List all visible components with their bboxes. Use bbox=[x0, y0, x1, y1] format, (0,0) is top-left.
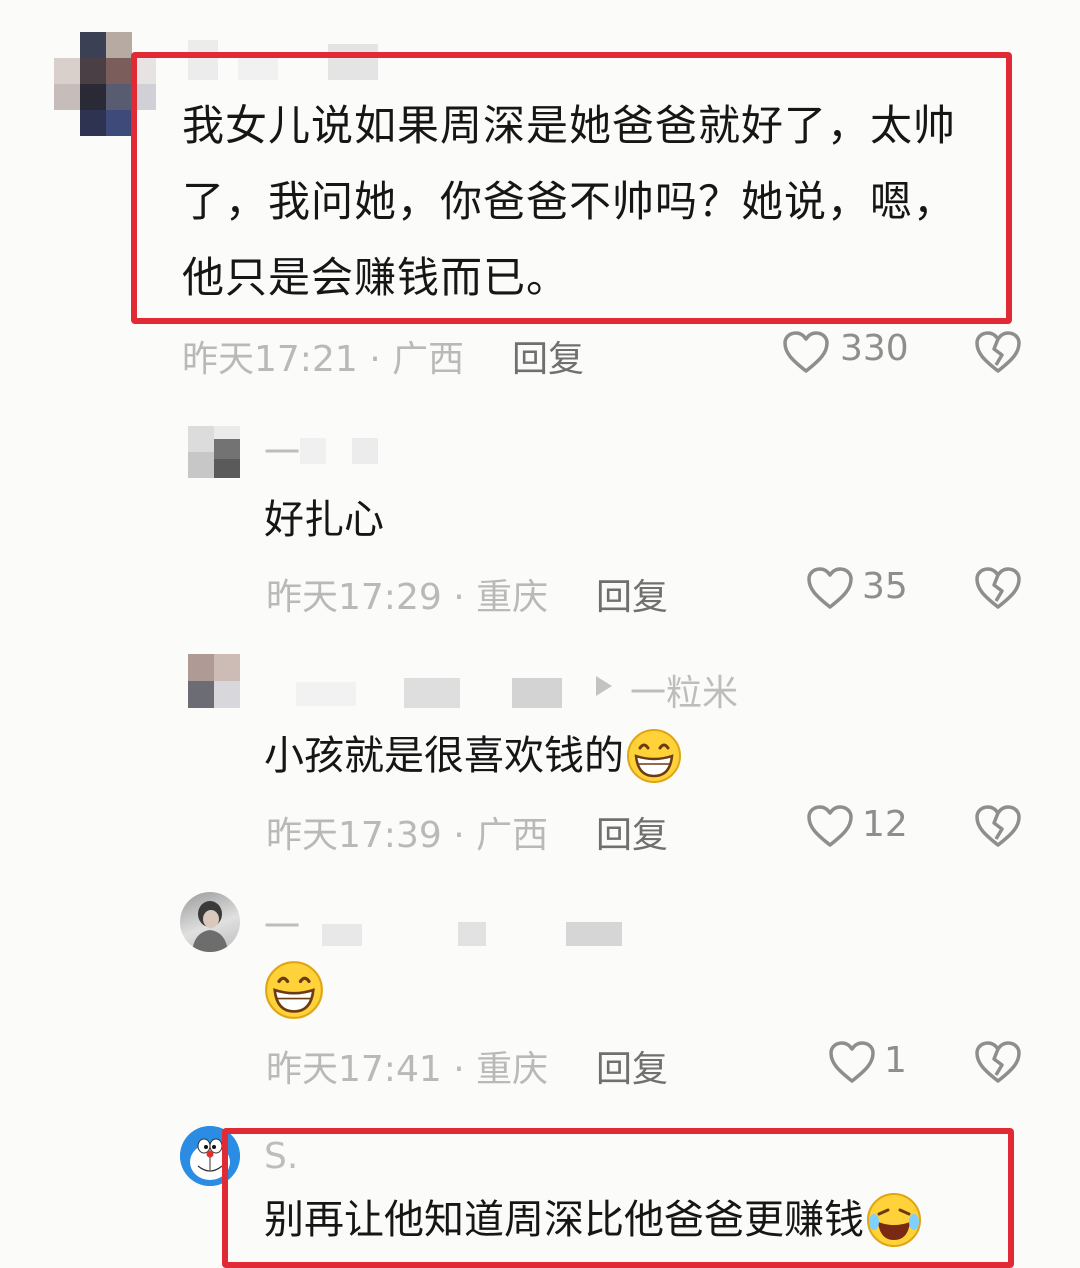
like-count: 35 bbox=[862, 566, 908, 607]
dislike-icon[interactable] bbox=[974, 1040, 1022, 1084]
reply-button[interactable]: 回复 bbox=[512, 330, 584, 382]
reply-text: 好扎心 bbox=[264, 497, 384, 543]
play-arrow-icon bbox=[596, 676, 612, 696]
reply-username[interactable]: S. bbox=[264, 1136, 298, 1177]
person-photo-icon bbox=[192, 901, 228, 952]
like-button[interactable]: 12 bbox=[806, 804, 916, 852]
reply-username-blurred[interactable] bbox=[296, 676, 566, 710]
reply-to-username[interactable]: 一粒米 bbox=[630, 664, 738, 716]
reply-username[interactable]: 一 bbox=[264, 898, 300, 950]
reply-avatar[interactable] bbox=[180, 892, 240, 952]
heart-icon bbox=[807, 567, 853, 609]
like-count: 330 bbox=[840, 328, 909, 369]
grinning-face-icon bbox=[265, 961, 323, 1019]
reply-avatar[interactable] bbox=[188, 654, 240, 708]
reply-text: 别再让他知道周深比他爸爸更赚钱 bbox=[264, 1192, 922, 1248]
reply-avatar[interactable] bbox=[188, 426, 240, 478]
heart-icon bbox=[807, 805, 853, 847]
dislike-icon[interactable] bbox=[974, 330, 1022, 374]
dislike-icon[interactable] bbox=[974, 566, 1022, 610]
like-count: 12 bbox=[862, 804, 908, 845]
grinning-face-icon bbox=[627, 729, 681, 783]
reply-text-content: 小孩就是很喜欢钱的 bbox=[264, 733, 624, 779]
reply-meta: 昨天17:39 · 广西 bbox=[266, 815, 549, 856]
laughing-face-icon bbox=[867, 1193, 921, 1247]
reply-text: 小孩就是很喜欢钱的 bbox=[264, 728, 682, 784]
like-count: 1 bbox=[884, 1040, 907, 1081]
like-button[interactable]: 35 bbox=[806, 566, 916, 614]
reply-meta: 昨天17:41 · 重庆 bbox=[266, 1049, 549, 1090]
comment-meta: 昨天17:21 · 广西 bbox=[182, 339, 465, 380]
reply-button[interactable]: 回复 bbox=[596, 568, 668, 620]
heart-icon bbox=[783, 331, 829, 373]
like-button[interactable]: 1 bbox=[828, 1040, 918, 1088]
reply-username[interactable]: 一 bbox=[264, 424, 300, 476]
reply-text-content: 别再让他知道周深比他爸爸更赚钱 bbox=[264, 1197, 864, 1243]
like-button[interactable]: 330 bbox=[782, 328, 912, 378]
dislike-icon[interactable] bbox=[974, 804, 1022, 848]
reply-username-blurred bbox=[300, 438, 380, 464]
heart-icon bbox=[829, 1041, 875, 1083]
reply-button[interactable]: 回复 bbox=[596, 1040, 668, 1092]
reply-username-blurred bbox=[322, 920, 622, 948]
reply-button[interactable]: 回复 bbox=[596, 806, 668, 858]
reply-meta: 昨天17:29 · 重庆 bbox=[266, 577, 549, 618]
comment-text: 我女儿说如果周深是她爸爸就好了，太帅 了，我问她，你爸爸不帅吗？她说，嗯， 他只… bbox=[182, 101, 957, 302]
